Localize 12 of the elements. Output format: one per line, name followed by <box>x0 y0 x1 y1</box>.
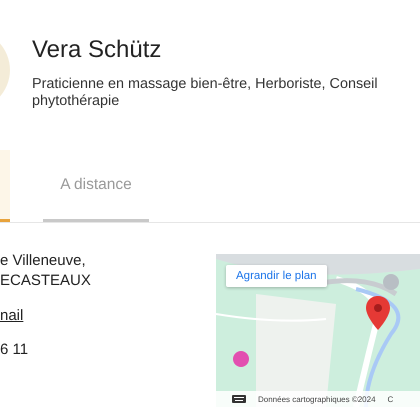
map-attribution: Données cartographiques ©2024 <box>258 394 376 404</box>
phone-number: 6 11 <box>0 341 30 358</box>
terms-link[interactable]: C <box>388 394 394 404</box>
keyboard-icon <box>232 395 246 403</box>
map-pin-icon <box>366 296 390 330</box>
email-link[interactable]: nail <box>0 307 91 324</box>
profile-subtitle: Praticienne en massage bien-être, Herboriste, Conseil phytothérapie <box>32 76 379 110</box>
address-line: ECASTEAUX <box>0 271 91 291</box>
tab[interactable] <box>0 150 10 222</box>
profile-name: Vera Schütz <box>32 36 162 64</box>
enlarge-map-button[interactable]: Agrandir le plan <box>226 265 327 287</box>
address-line: e Villeneuve, <box>0 251 87 271</box>
